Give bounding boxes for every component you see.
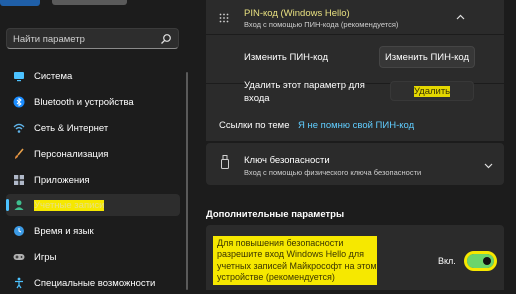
globe-clock-icon	[14, 226, 24, 236]
hello-text-line4: устройстве (рекомендуется)	[217, 272, 335, 282]
sidebar-item-label: Bluetooth и устройства	[34, 97, 134, 108]
additional-params-heading: Дополнительные параметры	[206, 209, 345, 220]
hello-only-toggle[interactable]	[464, 251, 497, 271]
remove-pin-button-label: Удалить	[413, 85, 451, 97]
wifi-icon	[13, 123, 25, 133]
bluetooth-icon	[13, 96, 25, 108]
forgot-pin-link[interactable]: Я не помню свой ПИН-код	[298, 120, 414, 131]
chevron-up-icon[interactable]	[456, 14, 465, 20]
remove-pin-row: Удалить этот параметр для входа Удалить	[206, 80, 504, 113]
sidebar-item-label: Время и язык	[34, 226, 94, 237]
change-pin-row: Изменить ПИН-код Изменить ПИН-код	[206, 35, 504, 83]
search-box[interactable]	[6, 28, 179, 49]
sidebar-item-label: Приложения	[34, 175, 90, 186]
toggle-knob	[483, 257, 491, 265]
hello-text-line1: Для повышения безопасности	[217, 238, 344, 248]
pin-section-header[interactable]: PIN-код (Windows Hello) Вход с помощью П…	[206, 0, 504, 34]
sidebar-item-label: Персонализация	[34, 149, 109, 160]
hello-only-setting: Для повышения безопасности разрешите вхо…	[206, 225, 504, 290]
related-links-row: Ссылки по теме Я не помню свой ПИН-код	[206, 113, 504, 141]
gamepad-icon	[13, 254, 25, 260]
accessibility-icon	[15, 277, 23, 289]
user-name-placeholder	[52, 0, 127, 5]
remove-pin-label-line1: Удалить этот параметр для	[244, 80, 365, 91]
sidebar-item-label: Сеть & Интернет	[34, 123, 109, 134]
sidebar-item-system[interactable]: Система	[6, 65, 180, 87]
sidebar-item-label: Система	[34, 71, 73, 82]
hello-text-line3: учетных записей Майкрософт на этом	[217, 261, 377, 271]
remove-pin-label-line2: входа	[244, 93, 270, 104]
change-pin-button[interactable]: Изменить ПИН-код	[379, 46, 475, 68]
pin-subtitle: Вход с помощью ПИН-кода (рекомендуется)	[244, 20, 399, 29]
search-input[interactable]	[13, 32, 153, 46]
change-pin-label: Изменить ПИН-код	[244, 52, 329, 63]
brush-icon	[15, 148, 24, 159]
apps-icon	[14, 175, 24, 185]
security-key-subtitle: Вход с помощью физического ключа безопас…	[244, 168, 422, 177]
sidebar-item-time-language[interactable]: Время и язык	[6, 220, 180, 242]
monitor-icon	[14, 72, 24, 82]
security-key-section[interactable]: Ключ безопасности Вход с помощью физичес…	[206, 143, 504, 185]
pin-title: PIN-код (Windows Hello)	[244, 8, 350, 19]
sidebar-item-label: Специальные возможности	[34, 278, 156, 289]
sidebar-item-apps[interactable]: Приложения	[6, 169, 180, 191]
keypad-icon	[219, 13, 229, 23]
active-indicator	[6, 199, 9, 211]
remove-pin-button[interactable]: Удалить	[390, 81, 474, 101]
sidebar-item-label: Учетные записи	[34, 200, 105, 211]
sidebar-item-personalization[interactable]: Персонализация	[6, 143, 180, 165]
usb-key-icon	[221, 155, 229, 169]
sidebar-scrollbar[interactable]	[186, 72, 188, 290]
chevron-down-icon[interactable]	[484, 163, 493, 169]
sidebar-item-network[interactable]: Сеть & Интернет	[6, 117, 180, 139]
sidebar-item-accounts[interactable]: Учетные записи	[6, 194, 180, 216]
related-links-label: Ссылки по теме	[219, 120, 290, 131]
avatar	[0, 0, 40, 6]
sidebar-item-label: Игры	[34, 252, 57, 263]
sidebar-item-gaming[interactable]: Игры	[6, 246, 180, 268]
hello-text-line2: разрешите вход Windows Hello для	[217, 249, 364, 259]
search-icon[interactable]	[160, 33, 172, 45]
person-icon	[14, 200, 24, 210]
sidebar-item-bluetooth[interactable]: Bluetooth и устройства	[6, 91, 180, 113]
sidebar-item-accessibility[interactable]: Специальные возможности	[6, 272, 180, 294]
toggle-state-label: Вкл.	[438, 256, 456, 266]
security-key-title: Ключ безопасности	[244, 155, 330, 166]
